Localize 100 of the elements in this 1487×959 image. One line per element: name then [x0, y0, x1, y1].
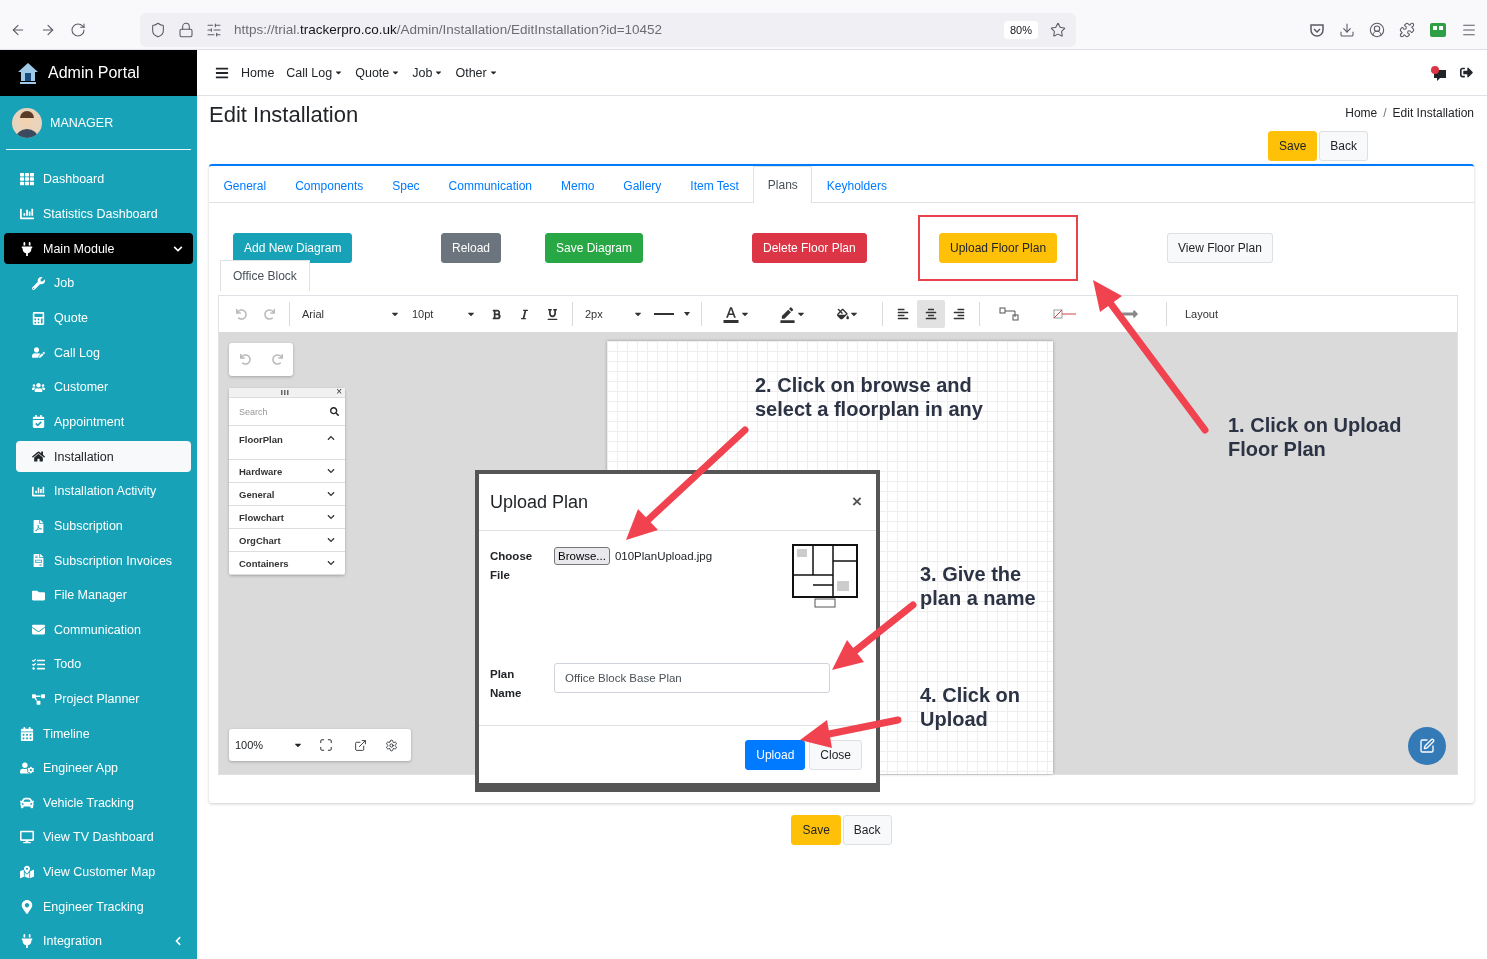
- shape-category[interactable]: FloorPlan: [229, 426, 345, 460]
- field-label: Plan Name: [490, 667, 523, 701]
- shape-category[interactable]: Containers: [229, 552, 345, 575]
- tab[interactable]: Components: [280, 167, 378, 203]
- back-button[interactable]: Back: [842, 815, 892, 845]
- document-icon: [32, 519, 45, 533]
- close-button[interactable]: ×: [852, 492, 862, 512]
- reload-icon[interactable]: [70, 21, 86, 38]
- shape-category[interactable]: OrgChart: [229, 529, 345, 552]
- download-icon[interactable]: [1339, 21, 1355, 38]
- star-icon[interactable]: [1050, 21, 1066, 38]
- bold-icon: [490, 308, 502, 320]
- save-button[interactable]: Save: [1267, 131, 1318, 161]
- file-name: 010PlanUpload.jpg: [614, 549, 714, 564]
- underline-icon: [546, 308, 558, 320]
- shape-category[interactable]: Flowchart: [229, 506, 345, 529]
- shield-icon[interactable]: [150, 21, 166, 38]
- sidebar-item[interactable]: Installation: [16, 441, 191, 473]
- users-icon: [32, 380, 45, 394]
- diagram-tab[interactable]: Office Block: [220, 260, 310, 291]
- tab[interactable]: Item Test: [675, 167, 754, 203]
- invoice-icon: [32, 554, 45, 568]
- nav-link[interactable]: Home: [241, 65, 275, 80]
- lock-icon[interactable]: [178, 21, 194, 38]
- chevron-up-icon: [327, 434, 335, 442]
- sign-out-icon: [1460, 66, 1473, 79]
- tab[interactable]: General: [209, 167, 281, 203]
- zoom-level[interactable]: 80%: [1003, 20, 1038, 39]
- nav-link[interactable]: Quote: [355, 65, 401, 80]
- chevron-down-icon: [327, 490, 335, 498]
- font-size-select[interactable]: 10pt: [406, 300, 482, 328]
- callout-text: 1. Click on Upload Floor Plan: [1228, 413, 1403, 461]
- line-width-select[interactable]: 2px: [579, 300, 649, 328]
- chevron-down-icon: [327, 513, 335, 521]
- home-icon: [32, 450, 45, 464]
- account-icon[interactable]: [1369, 21, 1385, 38]
- notification-icon[interactable]: [1430, 64, 1448, 81]
- calendar-check-icon: [32, 415, 45, 429]
- user-pen-icon: [32, 346, 45, 360]
- chevron-left-icon: [173, 936, 183, 947]
- export-icon[interactable]: [353, 738, 367, 752]
- panel-header[interactable]: ×: [229, 388, 345, 398]
- align-button[interactable]: [917, 300, 945, 328]
- brand-name: Admin Portal: [48, 64, 140, 82]
- chevron-down-icon: [173, 243, 183, 254]
- permissions-icon[interactable]: [206, 21, 222, 38]
- tab[interactable]: Memo: [546, 167, 609, 203]
- caret-down-icon: [488, 68, 498, 77]
- edit-icon: [1419, 738, 1435, 754]
- nav-link[interactable]: Call Log: [286, 65, 344, 80]
- close-button[interactable]: ×: [336, 386, 342, 398]
- breadcrumb-separator: /: [1383, 106, 1387, 120]
- edit-button[interactable]: [1408, 727, 1446, 765]
- layout-menu[interactable]: Layout: [1185, 308, 1219, 320]
- checklist-icon: [32, 657, 45, 671]
- browse-button[interactable]: Browse...: [554, 547, 610, 565]
- monitor-icon: [20, 830, 34, 845]
- font-color-icon: [722, 305, 740, 323]
- nav-link[interactable]: Job: [412, 65, 444, 80]
- field-label: Choose File: [490, 549, 534, 583]
- back-button[interactable]: Back: [1319, 131, 1368, 161]
- callout-text: 2. Click on browse and select a floorplan in any: [755, 373, 984, 421]
- upload-button[interactable]: Upload: [745, 739, 806, 770]
- save-button[interactable]: Save: [791, 815, 841, 845]
- italic-icon: [518, 308, 530, 320]
- plan-name-field[interactable]: Office Block Base Plan: [554, 663, 830, 693]
- tab[interactable]: Gallery: [608, 167, 676, 203]
- shape-category[interactable]: Hardware: [229, 460, 345, 483]
- font-select[interactable]: Arial: [296, 300, 406, 328]
- pocket-icon[interactable]: [1309, 21, 1325, 38]
- user-gear-icon: [20, 761, 34, 776]
- tab[interactable]: Keyholders: [812, 167, 902, 203]
- extension-icon[interactable]: [1429, 21, 1447, 38]
- breadcrumb-item[interactable]: Home: [1345, 106, 1378, 120]
- nav-link[interactable]: Other: [455, 65, 498, 80]
- tab[interactable]: Plans: [753, 166, 813, 203]
- tab[interactable]: Spec: [377, 167, 435, 203]
- action-button[interactable]: View Floor Plan: [1167, 233, 1273, 263]
- fullscreen-icon[interactable]: [319, 738, 333, 752]
- search-icon: [330, 407, 339, 416]
- chevron-down-icon: [327, 536, 335, 544]
- envelope-icon: [32, 623, 45, 637]
- action-button[interactable]: Delete Floor Plan: [752, 233, 867, 263]
- shape-category[interactable]: General: [229, 483, 345, 506]
- map-pin-icon: [20, 899, 34, 914]
- calculator-icon: [32, 311, 45, 325]
- sidebar-item[interactable]: Main Module: [4, 233, 193, 265]
- address-bar[interactable]: https://trial.trackerpro.co.uk/Admin/Installation/EditInstallation?id=10452 80%: [140, 12, 1076, 47]
- url-text: https://trial.trackerpro.co.uk/Admin/Installation/EditInstallation?id=10452: [234, 22, 664, 37]
- close-button[interactable]: Close: [809, 739, 862, 770]
- tab[interactable]: Communication: [434, 167, 547, 203]
- zoom-select[interactable]: 100%: [229, 731, 309, 759]
- bar-chart-icon: [32, 484, 45, 498]
- settings-icon[interactable]: [384, 738, 398, 752]
- action-button[interactable]: Reload: [441, 233, 502, 263]
- extensions-icon[interactable]: [1399, 21, 1415, 38]
- grid-icon: [20, 172, 34, 187]
- caret-down-icon: [391, 68, 401, 77]
- action-button[interactable]: Upload Floor Plan: [939, 233, 1058, 263]
- undo-icon: [239, 354, 251, 365]
